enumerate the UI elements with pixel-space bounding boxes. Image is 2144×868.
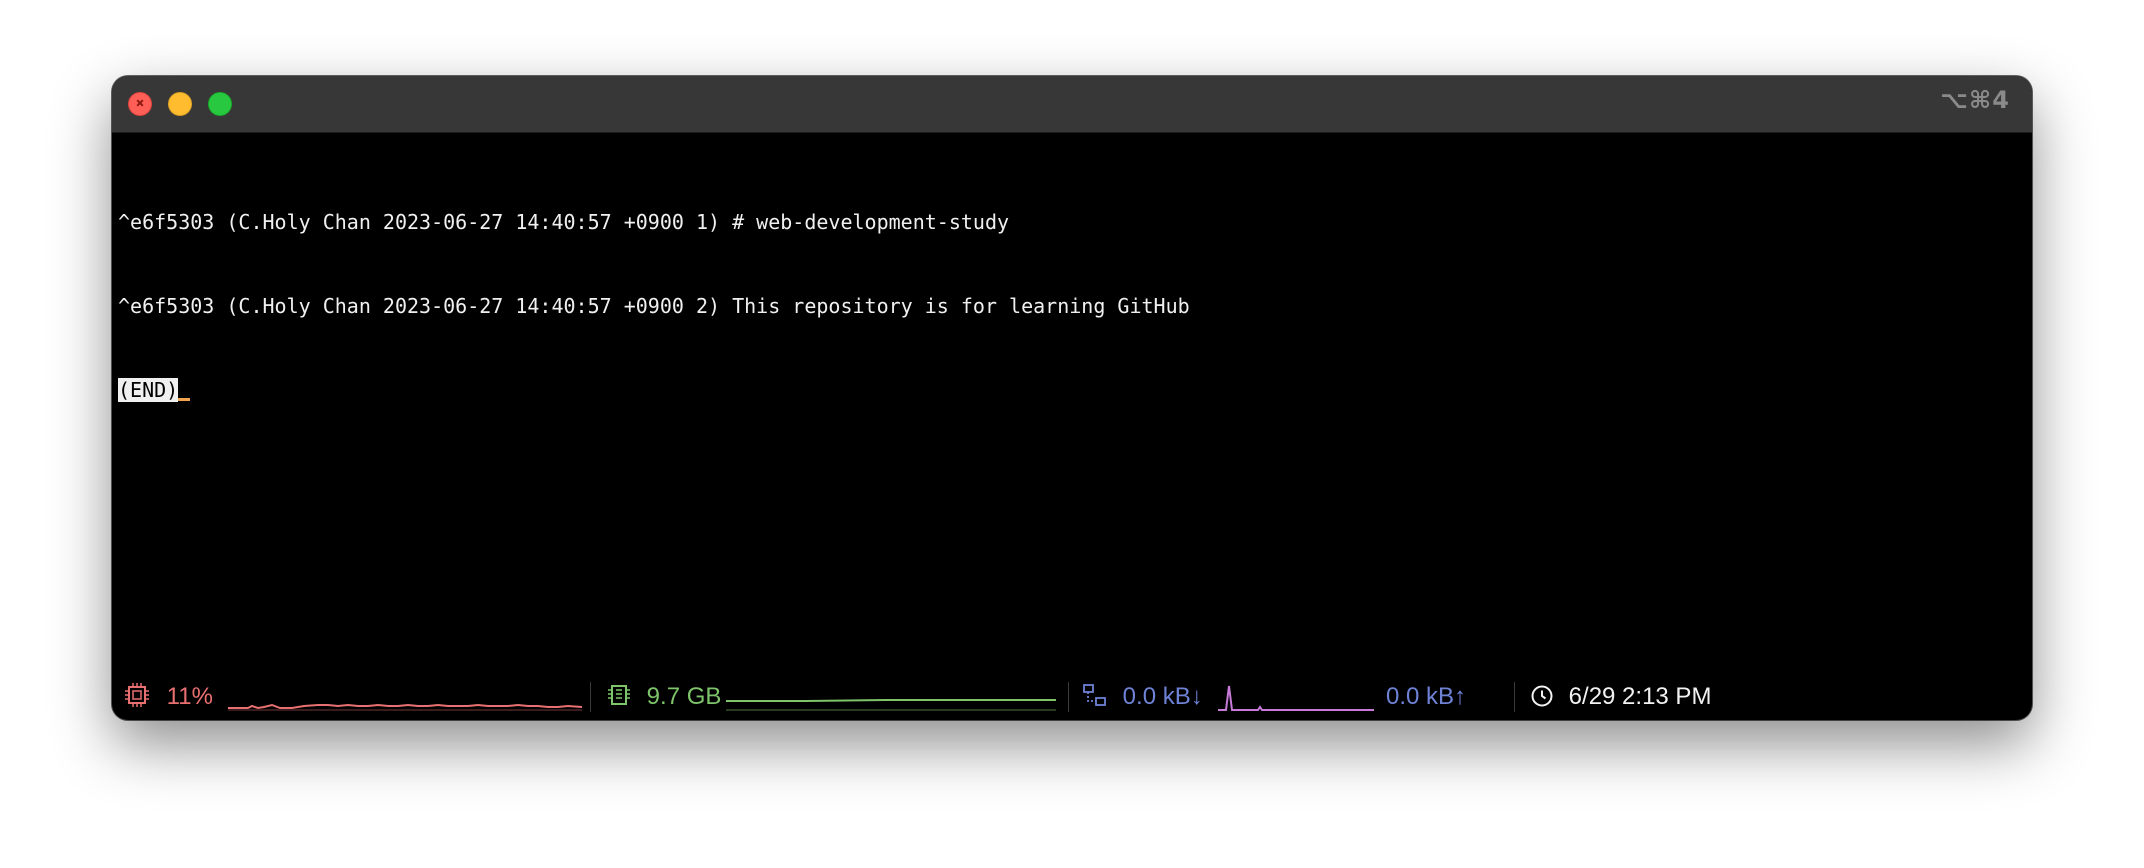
pager-prompt-line: (END) [118, 376, 2026, 404]
minimize-button[interactable] [168, 92, 192, 116]
status-bar: 11% 9.7 GB 0.0 kB↓ 0.0 kB↑ 6/29 2:13 PM [112, 672, 2032, 720]
cpu-status: 11% [124, 682, 213, 712]
network-download-status: 0.0 kB↓ [1082, 682, 1203, 712]
network-download-value: 0.0 kB↓ [1122, 683, 1203, 710]
pager-end-marker: (END) [118, 378, 179, 402]
status-divider [1514, 682, 1515, 712]
status-divider [1068, 682, 1069, 712]
status-divider [590, 682, 591, 712]
window-shortcut-label: ⌥⌘4 [1940, 86, 2010, 114]
clock-status: 6/29 2:13 PM [1530, 682, 1711, 712]
memory-usage-graph [726, 699, 1056, 711]
network-upload-value: 0.0 kB↑ [1386, 683, 1467, 710]
terminal-line: ^e6f5303 (C.Holy Chan 2023-06-27 14:40:5… [118, 294, 1190, 318]
clock-icon [1531, 685, 1553, 707]
clock-value: 6/29 2:13 PM [1568, 683, 1712, 710]
close-button[interactable] [128, 92, 152, 116]
network-icon [1083, 684, 1106, 706]
terminal-line: ^e6f5303 (C.Holy Chan 2023-06-27 14:40:5… [118, 210, 1010, 234]
cpu-usage-value: 11% [166, 683, 213, 710]
memory-icon [608, 685, 630, 705]
terminal-window: ⌥⌘4 ^e6f5303 (C.Holy Chan 2023-06-27 14:… [112, 76, 2032, 720]
cpu-usage-graph [228, 703, 582, 711]
title-bar[interactable]: ⌥⌘4 [112, 76, 2032, 133]
close-icon [136, 99, 144, 107]
memory-status: 9.7 GB [606, 682, 721, 712]
zoom-button[interactable] [208, 92, 232, 116]
cpu-icon [125, 683, 149, 707]
text-cursor [178, 398, 191, 401]
memory-usage-value: 9.7 GB [646, 683, 722, 710]
terminal-output[interactable]: ^e6f5303 (C.Holy Chan 2023-06-27 14:40:5… [118, 152, 2026, 460]
network-upload-status: 0.0 kB↑ [1386, 682, 1466, 712]
network-activity-graph [1218, 685, 1374, 711]
